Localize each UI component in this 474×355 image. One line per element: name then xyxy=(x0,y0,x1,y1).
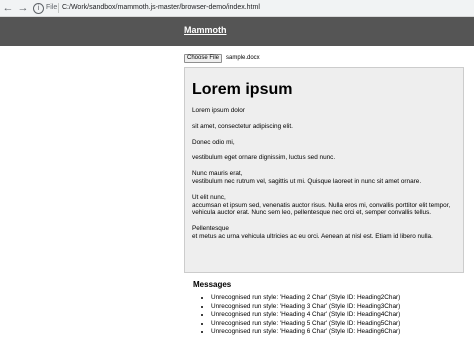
document-paragraph: sit amet, consectetur adipiscing elit. xyxy=(192,122,293,130)
back-arrow-icon[interactable]: ← xyxy=(2,1,14,15)
protocol-label: File xyxy=(46,4,58,11)
selected-file-name: sample.docx xyxy=(226,55,260,61)
forward-arrow-icon[interactable]: → xyxy=(17,1,29,15)
document-paragraph: Pellentesque et metus ac urna vehicula u… xyxy=(192,225,433,240)
document-paragraph: vestibulum eget ornare dignissim, luctus… xyxy=(192,154,336,162)
document-heading: Lorem ipsum xyxy=(192,81,293,98)
message-item: Unrecognised run style: 'Heading 5 Char'… xyxy=(211,320,463,329)
app-header: Mammoth xyxy=(0,17,474,46)
message-item: Unrecognised run style: 'Heading 2 Char'… xyxy=(211,294,463,303)
message-item: Unrecognised run style: 'Heading 6 Char'… xyxy=(211,328,463,337)
address-separator xyxy=(58,3,59,13)
document-paragraph: Nunc mauris erat, vestibulum nec rutrum … xyxy=(192,170,422,185)
document-output: Lorem ipsum Lorem ipsum dolor sit amet, … xyxy=(184,67,464,273)
document-paragraph: Ut elit nunc, accumsan et ipsum sed, ven… xyxy=(192,193,451,217)
message-item: Unrecognised run style: 'Heading 3 Char'… xyxy=(211,303,463,312)
messages-title: Messages xyxy=(193,280,232,289)
messages-list: Unrecognised run style: 'Heading 2 Char'… xyxy=(193,294,463,337)
document-paragraph: Donec odio mi, xyxy=(192,138,235,146)
message-item: Unrecognised run style: 'Heading 4 Char'… xyxy=(211,311,463,320)
app-title-link[interactable]: Mammoth xyxy=(184,25,227,36)
choose-file-button[interactable]: Choose File xyxy=(184,54,222,63)
browser-toolbar: ← → i File C:/Work/sandbox/mammoth.js-ma… xyxy=(0,0,474,17)
info-icon[interactable]: i xyxy=(33,3,44,14)
messages-panel: Messages Unrecognised run style: 'Headin… xyxy=(193,280,463,337)
document-paragraph: Lorem ipsum dolor xyxy=(192,107,245,114)
address-bar[interactable]: C:/Work/sandbox/mammoth.js-master/browse… xyxy=(62,2,260,14)
